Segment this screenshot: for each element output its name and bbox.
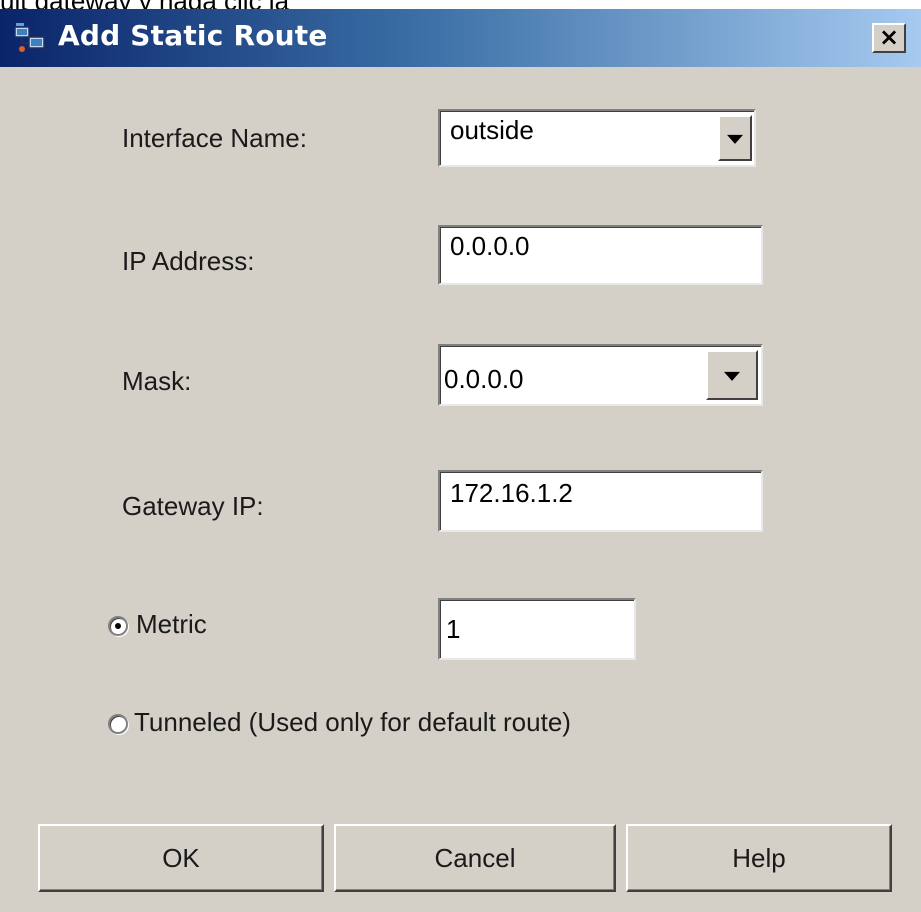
ip-address-input[interactable]: 0.0.0.0 <box>438 225 763 285</box>
metric-input[interactable]: 1 <box>438 598 636 660</box>
ip-address-label: IP Address: <box>122 246 255 276</box>
tunneled-label: Tunneled (Used only for default route) <box>134 707 571 737</box>
ok-button[interactable]: OK <box>38 824 324 892</box>
interface-name-dropdown-button[interactable] <box>718 115 752 161</box>
gateway-ip-label: Gateway IP: <box>122 491 264 521</box>
chevron-down-icon <box>727 134 743 144</box>
cancel-button[interactable]: Cancel <box>334 824 616 892</box>
mask-label: Mask: <box>122 366 192 396</box>
help-button[interactable]: Help <box>626 824 892 892</box>
metric-label: Metric <box>136 609 207 639</box>
close-icon: × <box>878 23 900 51</box>
metric-radio[interactable] <box>108 616 128 636</box>
radio-selected-dot <box>115 623 121 629</box>
mask-value: 0.0.0.0 <box>444 364 524 394</box>
title-bar[interactable]: Add Static Route × <box>0 9 921 67</box>
dialog-title: Add Static Route <box>58 19 328 52</box>
chevron-down-icon <box>724 371 740 381</box>
mask-select[interactable]: 0.0.0.0 <box>438 344 763 406</box>
ip-address-value: 0.0.0.0 <box>450 231 530 261</box>
add-static-route-dialog: Add Static Route × Interface Name: outsi… <box>0 9 921 912</box>
tunneled-radio[interactable] <box>108 714 128 734</box>
gateway-ip-input[interactable]: 172.16.1.2 <box>438 470 763 532</box>
close-button[interactable]: × <box>872 23 906 53</box>
interface-name-value: outside <box>450 115 534 145</box>
network-icon <box>14 23 46 53</box>
mask-dropdown-button[interactable] <box>706 350 758 400</box>
gateway-ip-value: 172.16.1.2 <box>450 478 573 508</box>
interface-name-label: Interface Name: <box>122 123 307 153</box>
metric-value: 1 <box>446 614 461 644</box>
interface-name-select[interactable]: outside <box>438 109 756 167</box>
